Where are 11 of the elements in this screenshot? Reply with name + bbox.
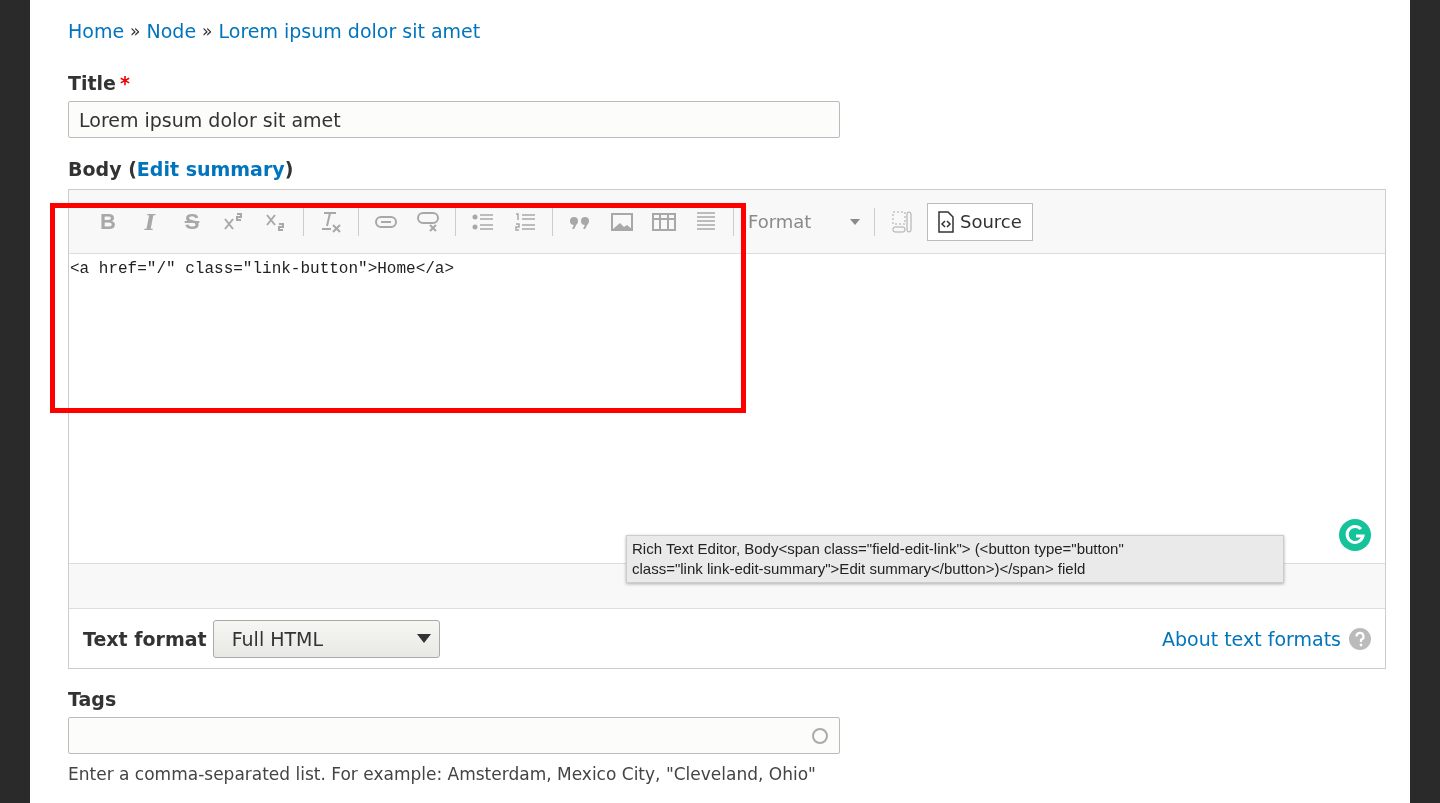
tags-label: Tags (68, 688, 118, 712)
body-label: Body ( (68, 158, 137, 180)
source-code: <a href="/" class="link-button">Home</a> (70, 260, 456, 278)
text-format-label: Text format (83, 627, 207, 650)
tags-description: Enter a comma-separated list. For example: Amsterdam, Mexico City, "Cleveland, Ohio" (68, 764, 817, 784)
body-label-paren: ) (284, 158, 294, 180)
required-mark: * (119, 72, 130, 94)
title-label: Title (68, 72, 116, 94)
breadcrumb-separator: » (130, 21, 141, 41)
breadcrumb-separator: » (202, 21, 213, 41)
tooltip: Rich Text Editor, Body<span class="field-edit-link"> (<button type="button" class="link link-edit-summary">Edit summary</button>)</span> field (626, 535, 1284, 583)
